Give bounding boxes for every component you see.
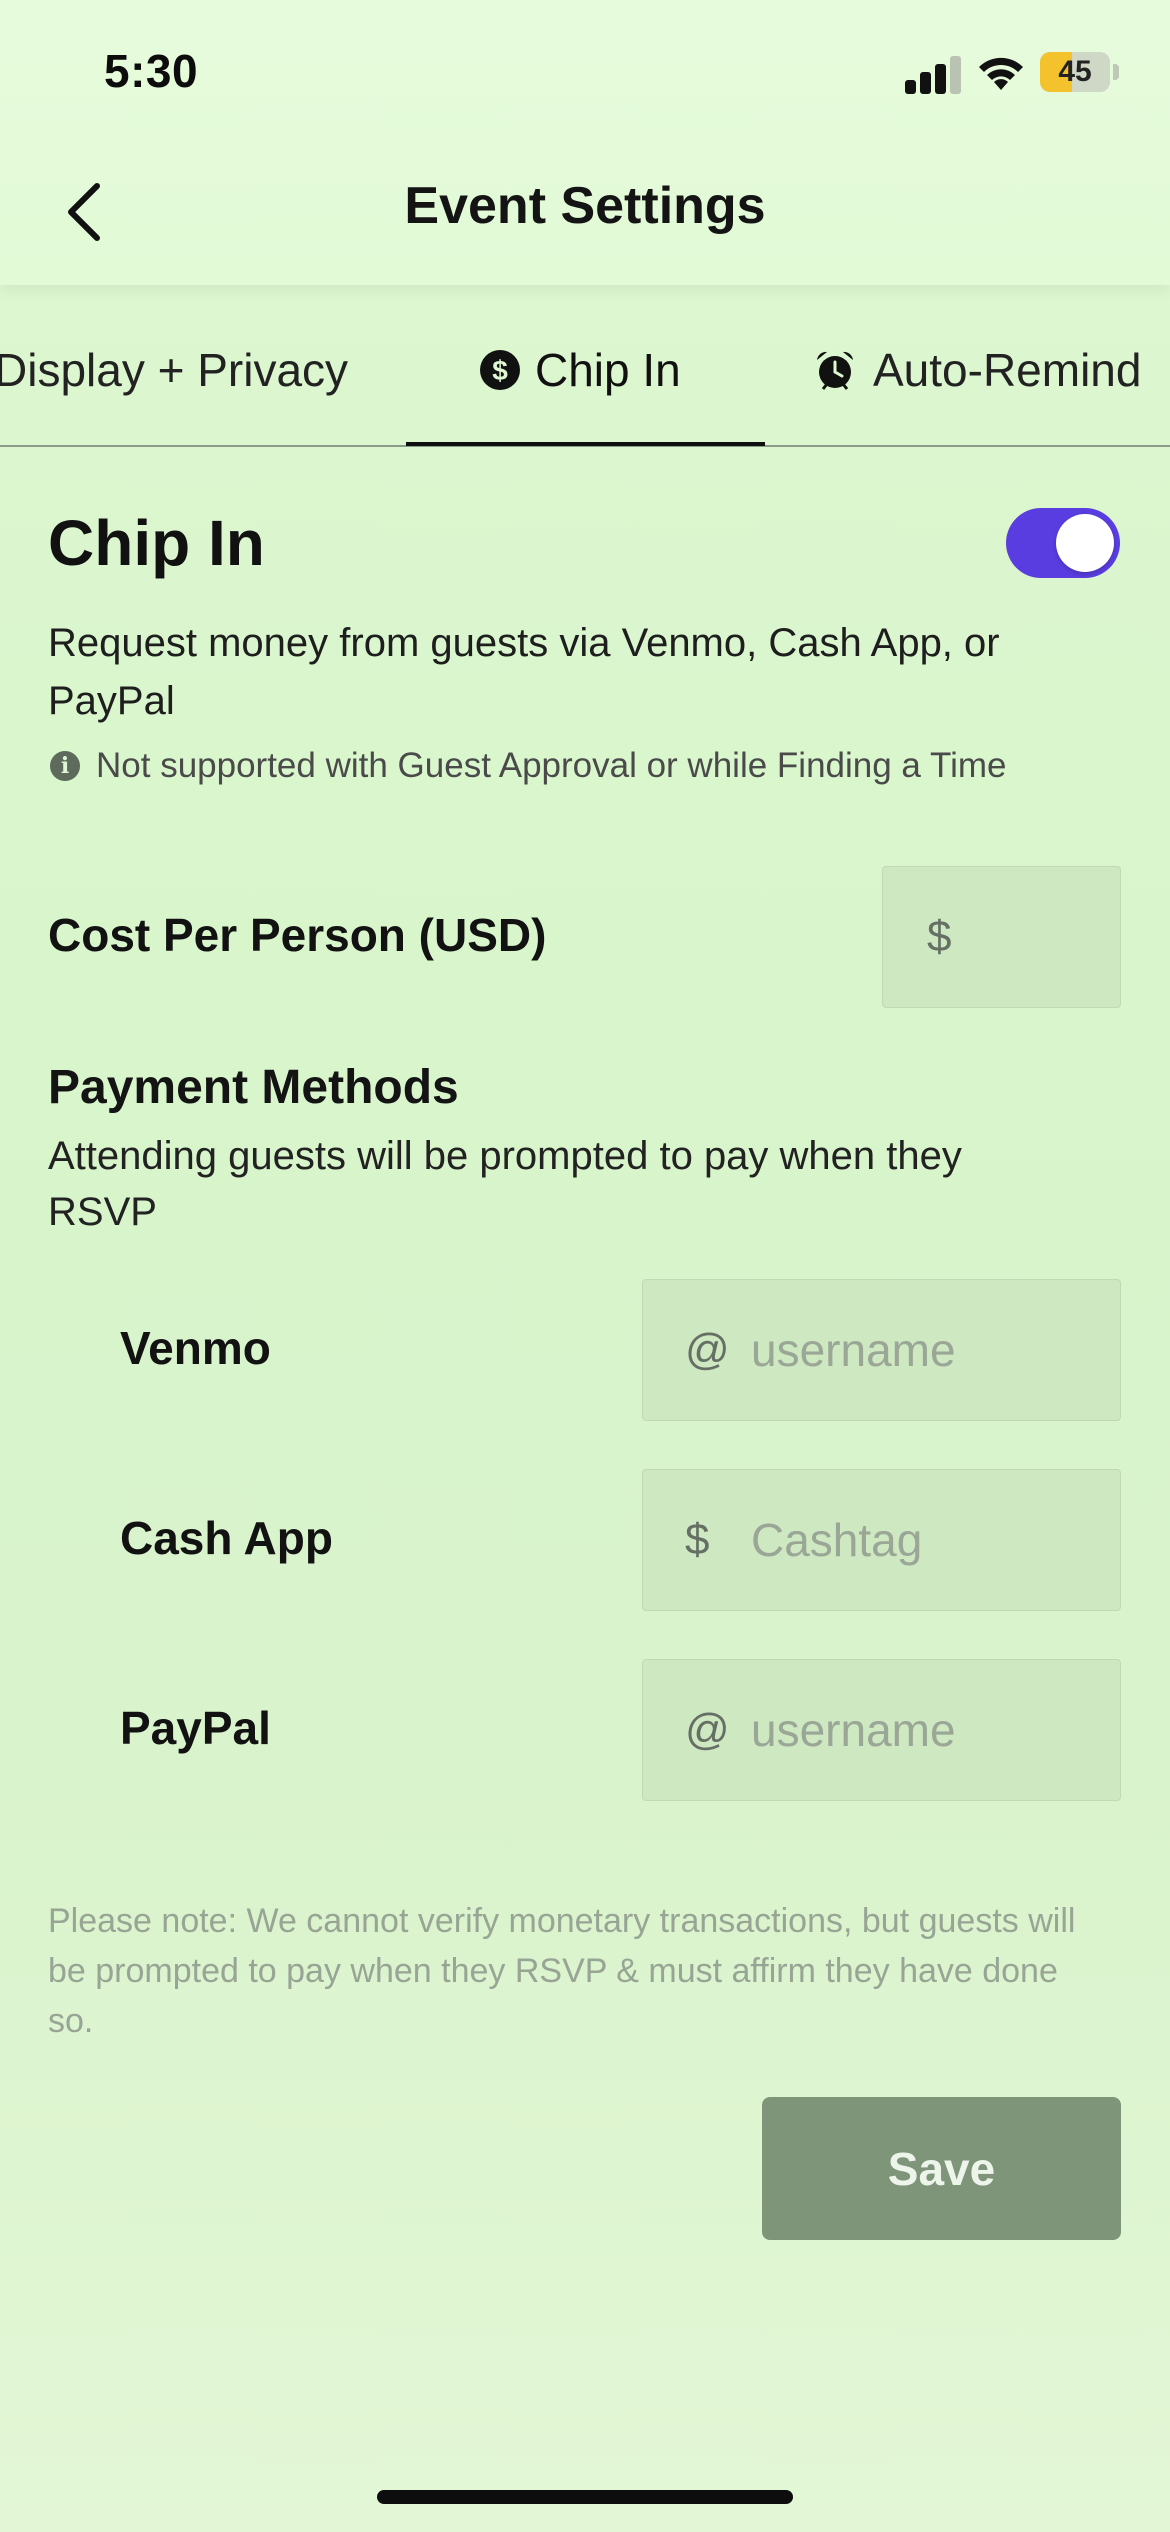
chip-in-description: Request money from guests via Venmo, Cas… <box>48 621 1000 723</box>
tab-label: Display + Privacy <box>0 344 349 396</box>
venmo-label: Venmo <box>120 1322 271 1374</box>
tab-auto-remind[interactable]: Auto-Remind <box>813 330 1141 410</box>
paypal-field[interactable]: @ <box>642 1659 1121 1801</box>
info-icon: i <box>50 751 80 781</box>
alarm-clock-icon <box>817 351 853 390</box>
tab-chip-in[interactable]: $ Chip In <box>479 330 681 410</box>
battery-tip <box>1113 64 1119 80</box>
home-indicator <box>377 2490 793 2504</box>
status-time: 5:30 <box>104 45 199 97</box>
battery-level: 45 <box>1058 55 1092 88</box>
tab-display-privacy[interactable]: Display + Privacy <box>0 330 348 410</box>
venmo-field[interactable]: @ <box>642 1279 1121 1421</box>
save-button[interactable]: Save <box>762 2097 1121 2240</box>
info-note-text: Not supported with Guest Approval or whi… <box>96 746 1007 785</box>
svg-text:$: $ <box>492 355 508 386</box>
currency-prefix: $ <box>927 912 952 961</box>
paypal-label: PayPal <box>120 1702 271 1754</box>
payment-methods-description: Attending guests will be prompted to pay… <box>48 1134 962 1234</box>
at-prefix: @ <box>685 1325 730 1374</box>
cost-input[interactable] <box>993 910 1120 964</box>
payment-methods-title: Payment Methods <box>48 1061 459 1114</box>
cellular-signal-icon <box>905 54 961 94</box>
dollar-prefix: $ <box>685 1515 710 1564</box>
dollar-circle-icon: $ <box>480 350 520 390</box>
battery-indicator: 45 <box>1040 52 1110 92</box>
chip-in-toggle[interactable] <box>1006 508 1120 578</box>
cash-app-field[interactable]: $ <box>642 1469 1121 1611</box>
toggle-knob <box>1056 514 1114 572</box>
at-prefix: @ <box>685 1705 730 1754</box>
cost-label: Cost Per Person (USD) <box>48 909 547 961</box>
tab-label: Chip In <box>535 344 681 396</box>
disclaimer-note: Please note: We cannot verify monetary t… <box>48 1902 1076 2040</box>
paypal-username-input[interactable] <box>751 1703 1120 1757</box>
cash-app-label: Cash App <box>120 1512 333 1564</box>
active-tab-indicator <box>406 442 765 446</box>
cost-per-person-field[interactable]: $ <box>882 866 1121 1008</box>
info-note: i Not supported with Guest Approval or w… <box>50 746 1006 786</box>
wifi-icon <box>979 57 1023 90</box>
page-title: Event Settings <box>404 177 766 235</box>
venmo-username-input[interactable] <box>751 1323 1120 1377</box>
header <box>0 0 1170 285</box>
cashtag-input[interactable] <box>751 1513 1120 1567</box>
tab-label: Auto-Remind <box>873 344 1142 396</box>
section-title: Chip In <box>48 507 265 579</box>
